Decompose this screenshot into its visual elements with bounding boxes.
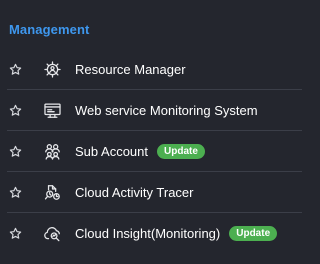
menu-item-sub-account[interactable]: Sub Account Update	[0, 131, 302, 172]
activity-tracer-icon	[43, 183, 62, 202]
menu-item-label: Cloud Insight(Monitoring)	[75, 225, 221, 241]
menu-item-label: Resource Manager	[75, 61, 186, 77]
monitor-icon	[43, 101, 62, 120]
menu-item-label: Sub Account	[75, 143, 148, 159]
menu-item-web-service-monitoring[interactable]: Web service Monitoring System	[0, 90, 302, 131]
management-panel: Management Resource Manager Web service …	[0, 0, 302, 264]
resource-manager-icon	[43, 60, 62, 79]
section-title: Management	[9, 22, 90, 37]
menu-item-cloud-insight[interactable]: Cloud Insight(Monitoring) Update	[0, 213, 302, 254]
users-icon	[43, 142, 62, 161]
menu-item-resource-manager[interactable]: Resource Manager	[0, 49, 302, 90]
management-menu: Resource Manager Web service Monitoring …	[0, 49, 302, 254]
update-badge: Update	[229, 226, 278, 241]
star-icon[interactable]	[9, 63, 22, 76]
star-icon[interactable]	[9, 227, 22, 240]
menu-item-cloud-activity-tracer[interactable]: Cloud Activity Tracer	[0, 172, 302, 213]
star-icon[interactable]	[9, 145, 22, 158]
star-icon[interactable]	[9, 186, 22, 199]
update-badge: Update	[157, 144, 205, 159]
star-icon[interactable]	[9, 104, 22, 117]
menu-item-label: Cloud Activity Tracer	[75, 184, 194, 200]
cloud-insight-icon	[43, 224, 62, 243]
menu-item-label: Web service Monitoring System	[75, 102, 258, 118]
